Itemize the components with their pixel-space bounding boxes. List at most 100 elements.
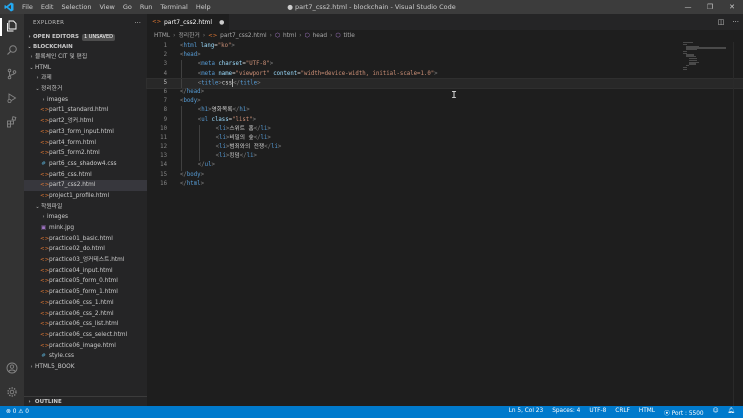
code-line[interactable]: 2 <head> xyxy=(147,51,743,60)
token-b: > xyxy=(267,125,271,132)
language-mode[interactable]: HTML xyxy=(639,408,655,417)
live-server-port[interactable]: ⦿ Port : 5500 xyxy=(664,408,704,417)
breadcrumb-item[interactable]: part7_css2.html xyxy=(220,30,266,42)
tree-folder[interactable]: ⌄ 학원파일 xyxy=(24,202,147,213)
problems-indicator[interactable]: ⊗ 0 ⚠ 0 xyxy=(6,409,29,415)
more-actions-icon[interactable]: ··· xyxy=(134,14,141,32)
tree-file[interactable]: <> practice06_css_select.html xyxy=(24,330,147,341)
end-of-line[interactable]: CRLF xyxy=(615,408,630,417)
settings-gear-icon[interactable] xyxy=(4,384,20,400)
source-control-icon[interactable] xyxy=(4,66,20,82)
code-line[interactable]: 14 </ul> xyxy=(147,161,743,171)
tree-file[interactable]: <> part2_엉커.html xyxy=(24,116,147,127)
search-icon[interactable] xyxy=(4,42,20,58)
token-b: </ xyxy=(239,153,247,160)
tree-file[interactable]: <> part3_form_input.html xyxy=(24,127,147,138)
explorer-icon[interactable] xyxy=(4,18,20,34)
code-line[interactable]: 16 </html> xyxy=(147,180,743,189)
code-line[interactable]: 3 <meta charset="UTF-8"> xyxy=(147,60,743,70)
code-line[interactable]: 10 <li>스위트 홈</li> xyxy=(147,124,743,134)
tree-folder[interactable]: › images xyxy=(24,95,147,106)
menu-selection[interactable]: Selection xyxy=(57,0,95,14)
tree-folder[interactable]: ⌄ HTML xyxy=(24,63,147,74)
tree-file[interactable]: <> practice06_css_list.html xyxy=(24,319,147,330)
tree-file[interactable]: <> part5_form2.html xyxy=(24,148,147,159)
menu-run[interactable]: Run xyxy=(136,0,156,14)
tree-file[interactable]: # part6_css_shadow4.css xyxy=(24,159,147,170)
workspace-section[interactable]: ⌄ BLOCKCHAIN xyxy=(24,42,147,52)
menu-view[interactable]: View xyxy=(95,0,118,14)
code-line[interactable]: 6 </head> xyxy=(147,88,743,97)
line-number: 4 xyxy=(163,70,167,77)
close-icon[interactable]: ✕ xyxy=(721,0,743,14)
tree-file[interactable]: <> practice02_do.html xyxy=(24,244,147,255)
vertical-scrollbar[interactable] xyxy=(733,42,743,406)
indentation[interactable]: Spaces: 4 xyxy=(552,408,580,417)
code-line[interactable]: 9 <ul class="list"> xyxy=(147,115,743,125)
tree-file[interactable]: <> practice06_css_2.html xyxy=(24,309,147,320)
tree-file[interactable]: <> practice01_basic.html xyxy=(24,234,147,245)
code-editor[interactable]: 1 <html lang="ko"> 2 <head> 3 <meta charset="… xyxy=(146,42,743,189)
tree-file[interactable]: <> practice03_엉커테스트.html xyxy=(24,255,147,266)
tree-folder[interactable]: › 블록체인 CIT 및 편집 xyxy=(24,52,147,63)
tree-item-label: images xyxy=(47,96,69,103)
tree-file[interactable]: <> practice04_input.html xyxy=(24,266,147,277)
account-icon[interactable] xyxy=(4,360,20,376)
token-b: > xyxy=(267,134,271,141)
code-line[interactable]: 13 <li>킹덤</li> xyxy=(147,152,743,162)
menu-terminal[interactable]: Terminal xyxy=(156,0,191,14)
css-file-icon: # xyxy=(41,353,46,360)
split-editor-icon[interactable]: ◫ xyxy=(718,14,725,30)
run-debug-icon[interactable] xyxy=(4,90,20,106)
tree-folder[interactable]: › 과제 xyxy=(24,73,147,84)
menu-edit[interactable]: Edit xyxy=(37,0,58,14)
tree-file[interactable]: <> practice05_form_0.html xyxy=(24,276,147,287)
open-editors-section[interactable]: › OPEN EDITORS 1 UNSAVED xyxy=(24,32,147,42)
breadcrumb-item[interactable]: head xyxy=(313,30,327,42)
code-line[interactable]: 4 <meta name="viewport" content="width=de… xyxy=(147,69,743,79)
tree-file[interactable]: ▣ mink.jpg xyxy=(24,223,147,234)
tree-file[interactable]: <> practice06_image.html xyxy=(24,341,147,352)
code-line[interactable]: 12 <li>범죄와의 전쟁</li> xyxy=(147,143,743,153)
tree-file[interactable]: # style.css xyxy=(24,351,147,362)
breadcrumb-item[interactable]: title xyxy=(343,30,354,42)
extensions-icon[interactable] xyxy=(4,114,20,130)
tree-folder[interactable]: › images xyxy=(24,212,147,223)
tree-file[interactable]: <> practice05_form_1.html xyxy=(24,287,147,298)
token-b: </ xyxy=(197,162,205,169)
restore-icon[interactable]: ❐ xyxy=(699,0,721,14)
breadcrumb-item[interactable]: html xyxy=(283,30,296,42)
code-line[interactable]: 15 </body> xyxy=(147,171,743,180)
tree-folder[interactable]: › HTML5_BOOK xyxy=(24,362,147,373)
editor-area: <> part7_css2.html ● ◫ ··· HTML › 정리한거 › <> p… xyxy=(146,14,743,406)
tree-folder[interactable]: ⌄ 정리한거 xyxy=(24,84,147,95)
cursor-position[interactable]: Ln 5, Col 23 xyxy=(509,408,544,417)
menu-file[interactable]: File xyxy=(18,0,37,14)
tree-file[interactable]: <> part4_form.html xyxy=(24,138,147,149)
code-line[interactable]: 8 <h1>영화목록</h1> xyxy=(147,106,743,116)
code-line[interactable]: 7 <body> xyxy=(147,97,743,106)
breadcrumb-item[interactable]: HTML xyxy=(154,30,170,42)
outline-section[interactable]: › OUTLINE xyxy=(24,396,147,406)
tree-file[interactable]: <> part6_css.html xyxy=(24,170,147,181)
unsaved-dot-icon[interactable]: ● xyxy=(219,19,224,26)
tree-file[interactable]: <> practice06_css_1.html xyxy=(24,298,147,309)
minimap[interactable] xyxy=(683,42,729,72)
menu-help[interactable]: Help xyxy=(192,0,215,14)
indent-guide xyxy=(198,152,200,162)
feedback-icon[interactable]: ☺ xyxy=(713,408,719,417)
more-actions-icon[interactable]: ··· xyxy=(732,14,739,30)
code-line[interactable]: 11 <li>비밀의 숲</li> xyxy=(147,133,743,144)
code-line[interactable]: 5 <title>css</title> xyxy=(146,77,743,89)
notifications-bell-icon[interactable]: 🔔︎ xyxy=(728,408,735,417)
tab-part7-css2[interactable]: <> part7_css2.html ● xyxy=(147,14,230,30)
tree-file[interactable]: <> project1_profile.html xyxy=(24,191,147,202)
tree-file[interactable]: <> part7_css2.html xyxy=(24,180,147,191)
token-tag: meta xyxy=(201,61,215,68)
tree-file[interactable]: <> part1_standard.html xyxy=(24,105,147,116)
menu-go[interactable]: Go xyxy=(119,0,136,14)
encoding[interactable]: UTF-8 xyxy=(589,408,606,417)
minimize-icon[interactable]: — xyxy=(677,0,699,14)
breadcrumb-item[interactable]: 정리한거 xyxy=(178,30,199,42)
code-line[interactable]: 1 <html lang="ko"> xyxy=(147,42,743,51)
